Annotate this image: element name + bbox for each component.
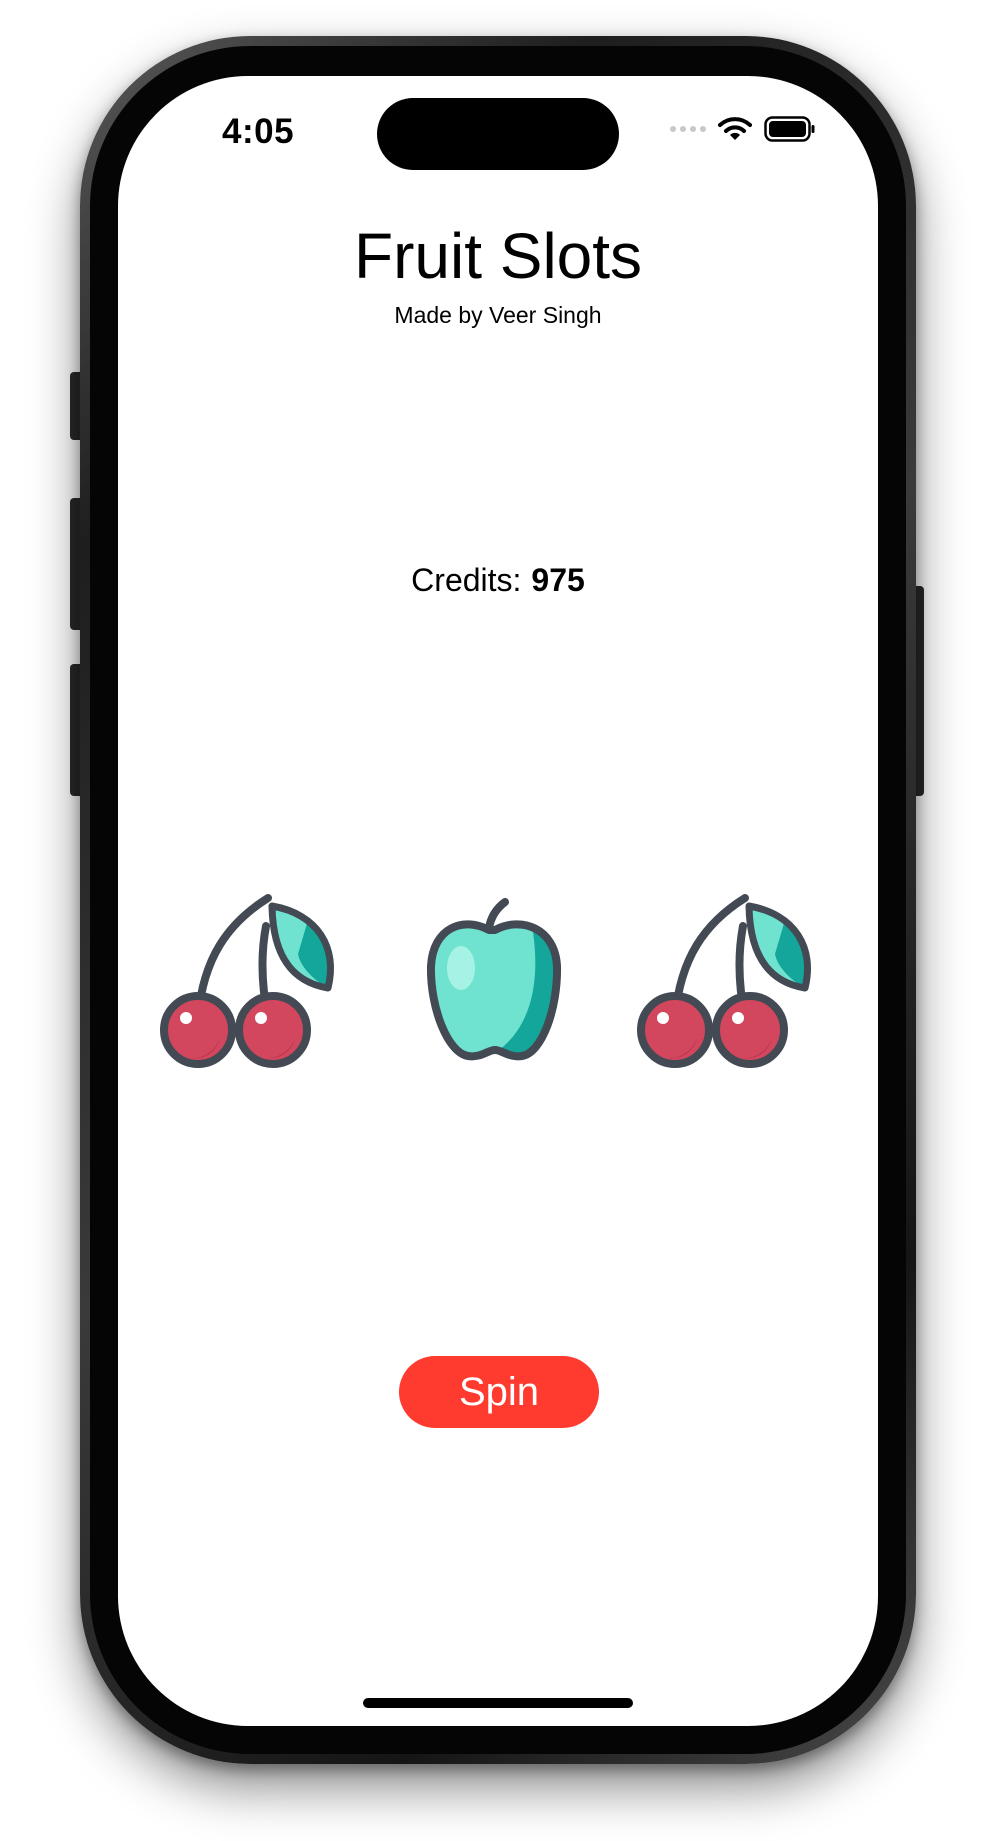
- cherry-icon: [160, 894, 335, 1068]
- status-icons: [670, 116, 816, 142]
- dynamic-island: [377, 98, 619, 170]
- app-subtitle: Made by Veer Singh: [394, 302, 602, 328]
- app-screen: 4:05 Fruit Slots Made by Veer Singh Cred…: [118, 76, 878, 1726]
- credits-display: Credits: 975: [118, 562, 878, 599]
- cherry-icon: [637, 894, 812, 1068]
- slot-reels: [118, 868, 878, 1068]
- wifi-icon: [718, 117, 752, 140]
- battery-icon: [764, 116, 815, 142]
- status-time: 4:05: [222, 112, 295, 151]
- credits-value: 975: [531, 562, 585, 598]
- app-title: Fruit Slots: [353, 220, 643, 292]
- apple-icon: [426, 898, 562, 1061]
- reel-2: [403, 868, 593, 1068]
- device-mockup: 4:05 Fruit Slots Made by Veer Singh Cred…: [0, 0, 992, 1841]
- home-indicator[interactable]: [363, 1698, 633, 1708]
- cellular-signal-icon: [670, 126, 706, 132]
- spin-button[interactable]: Spin: [399, 1356, 599, 1428]
- credits-label: Credits:: [411, 562, 522, 598]
- reel-3: [635, 868, 825, 1068]
- reel-1: [158, 868, 348, 1068]
